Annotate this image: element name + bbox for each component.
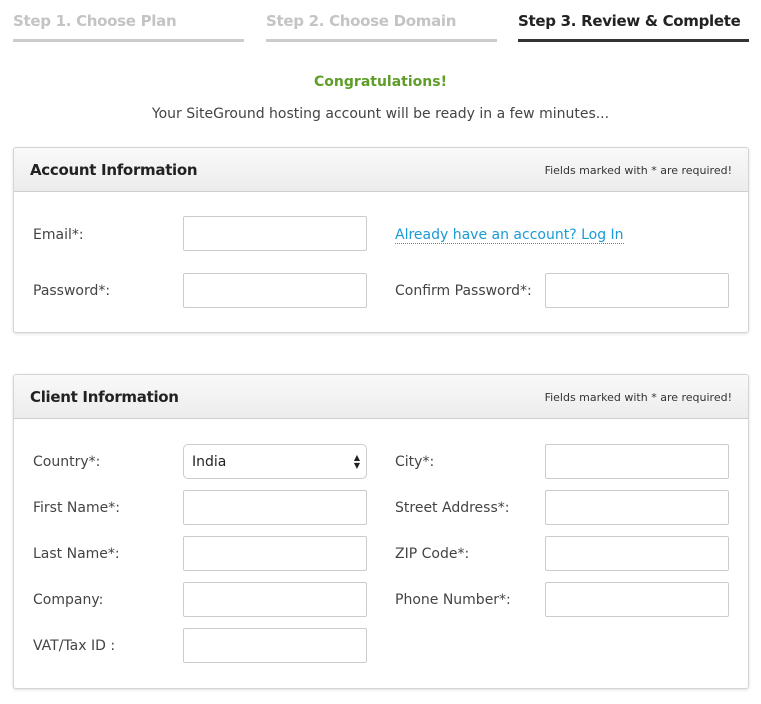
email-label: Email*:	[33, 227, 84, 243]
password-field[interactable]	[183, 273, 367, 308]
confirm-password-label: Confirm Password*:	[395, 283, 532, 299]
congrats-heading: Congratulations!	[314, 74, 447, 90]
panel-title: Account Information	[30, 161, 198, 179]
last-name-label: Last Name*:	[33, 546, 120, 562]
country-label: Country*:	[33, 454, 101, 470]
zip-code-field[interactable]	[545, 536, 729, 571]
street-address-label: Street Address*:	[395, 500, 510, 516]
country-select[interactable]: India ▲ ▼	[183, 444, 367, 479]
phone-number-field[interactable]	[545, 582, 729, 617]
panel-title: Client Information	[30, 388, 179, 406]
company-field[interactable]	[183, 582, 367, 617]
phone-number-label: Phone Number*:	[395, 592, 511, 608]
required-note: Fields marked with * are required!	[544, 391, 732, 404]
login-link[interactable]: Already have an account? Log In	[395, 227, 624, 244]
required-note: Fields marked with * are required!	[544, 164, 732, 177]
zip-code-label: ZIP Code*:	[395, 546, 470, 562]
confirm-password-field[interactable]	[545, 273, 729, 308]
city-label: City*:	[395, 454, 435, 470]
vat-tax-id-label: VAT/Tax ID :	[33, 638, 116, 654]
select-arrows-icon: ▲ ▼	[353, 453, 360, 470]
client-information-panel: Client Information Fields marked with * …	[13, 374, 749, 689]
email-field[interactable]	[183, 216, 367, 251]
step-choose-domain[interactable]: Step 2. Choose Domain	[266, 12, 497, 42]
step-choose-plan[interactable]: Step 1. Choose Plan	[13, 12, 244, 42]
step-review-complete[interactable]: Step 3. Review & Complete	[518, 12, 749, 42]
account-information-panel: Account Information Fields marked with *…	[13, 147, 749, 333]
first-name-label: First Name*:	[33, 500, 120, 516]
vat-tax-id-field[interactable]	[183, 628, 367, 663]
company-label: Company:	[33, 592, 104, 608]
panel-header: Client Information Fields marked with * …	[14, 375, 748, 419]
street-address-field[interactable]	[545, 490, 729, 525]
city-field[interactable]	[545, 444, 729, 479]
status-message: Your SiteGround hosting account will be …	[151, 106, 610, 122]
country-value: India	[192, 454, 227, 470]
password-label: Password*:	[33, 283, 111, 299]
panel-header: Account Information Fields marked with *…	[14, 148, 748, 192]
last-name-field[interactable]	[183, 536, 367, 571]
first-name-field[interactable]	[183, 490, 367, 525]
